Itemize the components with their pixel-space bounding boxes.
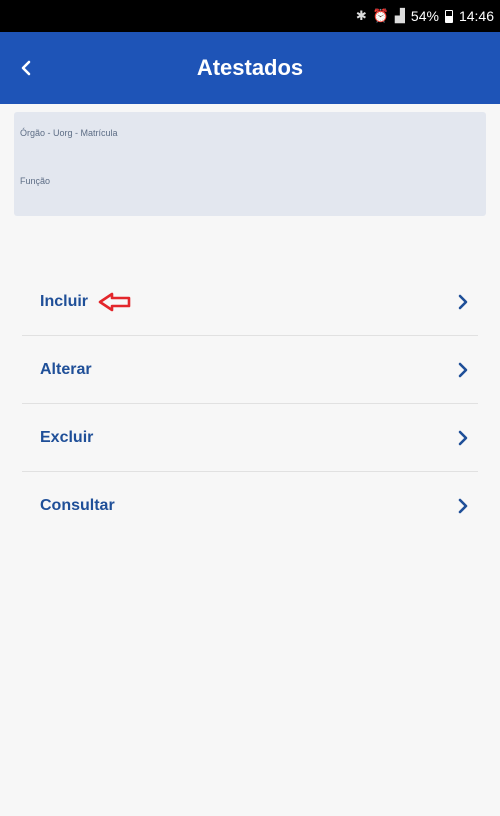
employee-info-card: Órgão - Uorg - Matrícula Função (14, 112, 486, 216)
alarm-icon: ⏰ (372, 8, 389, 23)
actions-menu: Incluir Alterar Excluir Consultar (22, 268, 478, 540)
status-bar: ✱ ⏰ ▟ 54% 14:46 (0, 0, 500, 32)
chevron-right-icon (458, 498, 468, 514)
chevron-left-icon (21, 60, 31, 76)
battery-percent: 54% (410, 8, 439, 24)
signal-icon: ▟ (394, 8, 405, 23)
bluetooth-icon: ✱ (355, 8, 367, 23)
organ-uorg-registration-label: Órgão - Uorg - Matrícula (20, 128, 118, 138)
chevron-right-icon (458, 362, 468, 378)
menu-item-excluir[interactable]: Excluir (22, 404, 478, 472)
clock: 14:46 (458, 8, 494, 24)
menu-item-label: Consultar (40, 497, 115, 514)
menu-item-label: Incluir (40, 292, 89, 310)
page-title: Atestados (196, 55, 304, 80)
menu-item-consultar[interactable]: Consultar (22, 472, 478, 540)
menu-item-alterar[interactable]: Alterar (22, 336, 478, 404)
app-bar: Atestados (0, 32, 500, 104)
red-arrow-icon (98, 292, 131, 311)
chevron-right-icon (458, 430, 468, 446)
menu-item-label: Excluir (40, 428, 94, 446)
chevron-right-icon (458, 294, 468, 310)
back-button[interactable] (12, 54, 40, 82)
menu-item-label: Alterar (40, 360, 92, 378)
menu-item-incluir[interactable]: Incluir (22, 268, 478, 336)
battery-icon (444, 9, 453, 23)
function-label: Função (20, 176, 51, 186)
